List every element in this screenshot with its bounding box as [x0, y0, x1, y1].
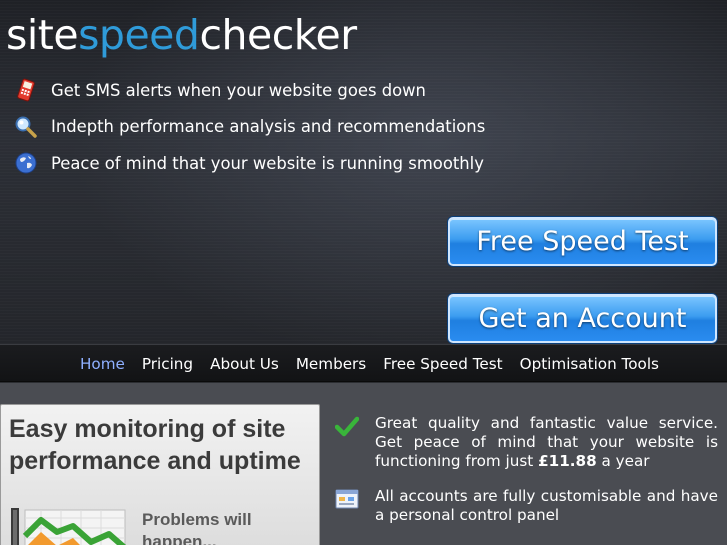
- site-logo[interactable]: sitespeedchecker: [6, 10, 357, 60]
- nav-free-speed-test[interactable]: Free Speed Test: [383, 355, 502, 373]
- main-navigation: Home Pricing About Us Members Free Speed…: [0, 344, 727, 382]
- feature-text: Peace of mind that your website is runni…: [51, 153, 484, 173]
- feature-analysis: Indepth performance analysis and recomme…: [14, 109, 485, 146]
- feature-text: Indepth performance analysis and recomme…: [51, 117, 486, 137]
- checkmark-icon: [334, 414, 360, 438]
- nav-about-us[interactable]: About Us: [210, 355, 279, 373]
- feature-list: Get SMS alerts when your website goes do…: [14, 72, 485, 182]
- chart-illustration-icon: [11, 508, 129, 545]
- feature-peace: Peace of mind that your website is runni…: [14, 145, 485, 182]
- price-value: £11.88: [538, 452, 597, 470]
- bullet-text-tail: a year: [596, 452, 650, 470]
- get-account-button[interactable]: Get an Account: [448, 294, 717, 343]
- feature-sms: Get SMS alerts when your website goes do…: [14, 72, 485, 109]
- bullet-text: Great quality and fantastic value servic…: [375, 414, 718, 471]
- promo-panel: Easy monitoring of site performance and …: [0, 404, 320, 545]
- nav-pricing[interactable]: Pricing: [142, 355, 193, 373]
- nav-home[interactable]: Home: [80, 355, 125, 373]
- promo-title: Easy monitoring of site performance and …: [9, 415, 301, 475]
- free-speed-test-button[interactable]: Free Speed Test: [448, 217, 717, 266]
- bullet-text: All accounts are fully customisable and …: [375, 487, 718, 524]
- main-content: Easy monitoring of site performance and …: [0, 383, 727, 545]
- magnifier-icon: [14, 115, 38, 139]
- globe-icon: [14, 151, 38, 175]
- logo-speed: speed: [78, 11, 200, 59]
- promo-subtitle: Problems will happen...: [142, 510, 252, 545]
- feature-text: Get SMS alerts when your website goes do…: [51, 80, 426, 100]
- logo-checker: checker: [199, 11, 357, 59]
- phone-icon: [14, 78, 38, 102]
- nav-members[interactable]: Members: [296, 355, 366, 373]
- nav-optimisation-tools[interactable]: Optimisation Tools: [520, 355, 659, 373]
- bullet-customisable: All accounts are fully customisable and …: [334, 487, 718, 525]
- hero-banner: sitespeedchecker Get SMS alerts when you…: [0, 0, 727, 344]
- logo-site: site: [6, 11, 79, 59]
- bullet-value: Great quality and fantastic value servic…: [334, 414, 718, 471]
- control-panel-icon: [334, 487, 360, 511]
